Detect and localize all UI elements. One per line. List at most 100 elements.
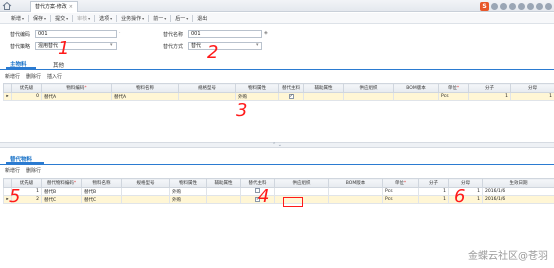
insert-row-button[interactable]: 插入行 [47, 73, 62, 80]
title-bar [0, 0, 554, 12]
column-header[interactable]: 分子 [468, 83, 511, 93]
aux-attr-cell[interactable] [206, 187, 241, 196]
translate-icon[interactable]: ◈ [264, 30, 268, 36]
material-code-cell[interactable]: 替代A [41, 92, 112, 101]
numerator-cell[interactable]: 1 [418, 195, 449, 204]
chevron-down-icon[interactable]: ▾ [142, 16, 144, 21]
chevron-down-icon[interactable]: ▾ [186, 16, 188, 21]
column-header[interactable]: 辅助属性 [303, 83, 344, 93]
toolbar-previous-button[interactable]: 前一 ▾ [151, 15, 168, 22]
user-icon[interactable] [527, 2, 534, 10]
column-header[interactable]: BOM版本 [328, 178, 383, 188]
column-header[interactable]: 供应组织 [274, 178, 329, 188]
toolbar-new-button[interactable]: 新增 ▾ [9, 15, 26, 22]
shirt-icon[interactable] [536, 2, 543, 10]
add-row-button[interactable]: 新增行 [5, 167, 20, 174]
column-header[interactable]: 供应组织 [343, 83, 394, 93]
tab-bill-edit[interactable]: 替代方案-修改 × [30, 1, 78, 12]
numerator-cell[interactable]: 1 [418, 187, 449, 196]
priority-cell[interactable]: 0 [11, 92, 42, 101]
column-header[interactable]: 规格型号 [178, 83, 236, 93]
column-header[interactable]: 物料名称 [111, 83, 179, 93]
column-header[interactable]: 生效日期 [482, 178, 554, 188]
grid-header-row: 优先级 替代物料编码* 物料名称 规格型号 物料属性 辅助属性 替代主料 供应组… [3, 178, 554, 188]
chevron-down-icon[interactable]: ▾ [44, 16, 46, 21]
chevron-down-icon[interactable]: ▾ [22, 16, 24, 21]
name-label: 替代名称 [163, 32, 184, 38]
table-row[interactable]: ▸ 0 替代A 替代A 外购 ✓ Pcs 1 1 [3, 92, 554, 101]
grid-icon[interactable] [545, 2, 552, 10]
aux-attr-cell[interactable] [206, 195, 241, 204]
close-icon[interactable]: × [69, 4, 73, 10]
material-code-cell[interactable]: 替代B [41, 187, 82, 196]
chevron-down-icon[interactable]: ▾ [164, 16, 166, 21]
column-header[interactable]: 规格型号 [121, 178, 170, 188]
required-mark: * [73, 181, 77, 186]
table-row[interactable]: 1 替代B 替代B 外购 Pcs 1 1 2016/1/6 [3, 187, 554, 196]
column-header[interactable]: BOM版本 [393, 83, 439, 93]
column-header[interactable]: 物料编码* [41, 83, 112, 93]
code-field[interactable]: 001 [35, 30, 117, 38]
strategy-select[interactable]: 混用替代 [35, 42, 117, 50]
toolbar: 新增 ▾ 保存 ▾ 提交 ▾ 审核 ▾ 选项 ▾ 业务操作 ▾ 前一 ▾ 后一 ▾ 退出 [0, 13, 554, 24]
column-header[interactable]: 辅助属性 [206, 178, 241, 188]
checkbox[interactable]: ✓ [288, 94, 294, 99]
numerator-cell[interactable]: 1 [468, 92, 511, 101]
strategy-label: 替代策略 [10, 44, 31, 50]
column-header[interactable]: 物料属性 [235, 83, 279, 93]
chevron-down-icon[interactable]: ▾ [66, 16, 68, 21]
keyboard-icon[interactable] [518, 2, 525, 10]
name-field[interactable]: 001 [188, 30, 262, 38]
column-header-label: 替代物料编码 [46, 181, 74, 186]
bom-version-cell[interactable] [328, 187, 383, 196]
effective-date-cell[interactable]: 2016/1/6 [482, 195, 554, 204]
column-header[interactable]: 替代物料编码* [41, 178, 82, 188]
unit-cell[interactable]: Pcs [382, 187, 419, 196]
column-header[interactable]: 替代主料 [278, 83, 304, 93]
column-header[interactable]: 物料属性 [169, 178, 207, 188]
unit-cell[interactable]: Pcs [382, 195, 419, 204]
toolbar-audit-button[interactable]: 审核 ▾ [75, 15, 92, 22]
add-row-button[interactable]: 新增行 [5, 73, 20, 80]
column-header[interactable]: 单位* [438, 83, 469, 93]
microphone-icon[interactable] [509, 2, 516, 10]
column-header[interactable]: 分子 [418, 178, 449, 188]
column-header[interactable]: 物料名称 [81, 178, 122, 188]
mode-select[interactable]: 替代 [188, 42, 262, 50]
supply-org-cell[interactable] [343, 92, 394, 101]
table-row[interactable]: ▸ 2 替代C 替代C 外购 ✓ Pcs 1 1 2016/1/6 [3, 195, 554, 204]
toolbar-business-ops-button[interactable]: 业务操作 ▾ [119, 15, 146, 22]
bom-version-cell[interactable] [393, 92, 439, 101]
toolbar-exit-button[interactable]: 退出 [195, 15, 209, 22]
chevron-down-icon[interactable]: ▾ [110, 16, 112, 21]
toolbar-options-button[interactable]: 选项 ▾ [97, 15, 114, 22]
field-status-icon: · [119, 30, 121, 36]
delete-row-button[interactable]: 删除行 [26, 167, 41, 174]
tab-title-label: 替代方案-修改 [34, 4, 67, 10]
tab-other[interactable]: 其他 [53, 61, 64, 69]
row-selector[interactable]: ▸ [3, 92, 12, 101]
delete-row-button[interactable]: 删除行 [26, 73, 41, 80]
chevron-down-icon[interactable]: ▾ [110, 42, 113, 48]
moon-icon[interactable] [491, 2, 498, 10]
chevron-down-icon[interactable]: ▾ [88, 16, 90, 21]
pane-splitter[interactable]: ⌃ ⌄ [0, 142, 554, 148]
column-header[interactable]: 分母 [510, 83, 554, 93]
bom-version-cell[interactable] [328, 195, 383, 204]
dot-icon[interactable] [500, 2, 507, 10]
supply-org-cell[interactable] [274, 187, 329, 196]
chevron-down-icon[interactable]: ▾ [256, 42, 259, 48]
toolbar-next-button[interactable]: 后一 ▾ [173, 15, 190, 22]
brand-logo-icon[interactable]: S [480, 1, 489, 11]
column-header[interactable]: 单位* [382, 178, 419, 188]
unit-cell[interactable]: Pcs [438, 92, 469, 101]
column-header[interactable]: 优先级 [11, 83, 42, 93]
aux-attr-cell[interactable] [303, 92, 344, 101]
toolbar-submit-button[interactable]: 提交 ▾ [53, 15, 70, 22]
effective-date-cell[interactable]: 2016/1/6 [482, 187, 554, 196]
is-main-cell[interactable]: ✓ [278, 92, 304, 101]
material-code-cell[interactable]: 替代C [41, 195, 82, 204]
toolbar-save-button[interactable]: 保存 ▾ [31, 15, 48, 22]
home-icon[interactable] [2, 1, 12, 11]
denominator-cell[interactable]: 1 [510, 92, 554, 101]
